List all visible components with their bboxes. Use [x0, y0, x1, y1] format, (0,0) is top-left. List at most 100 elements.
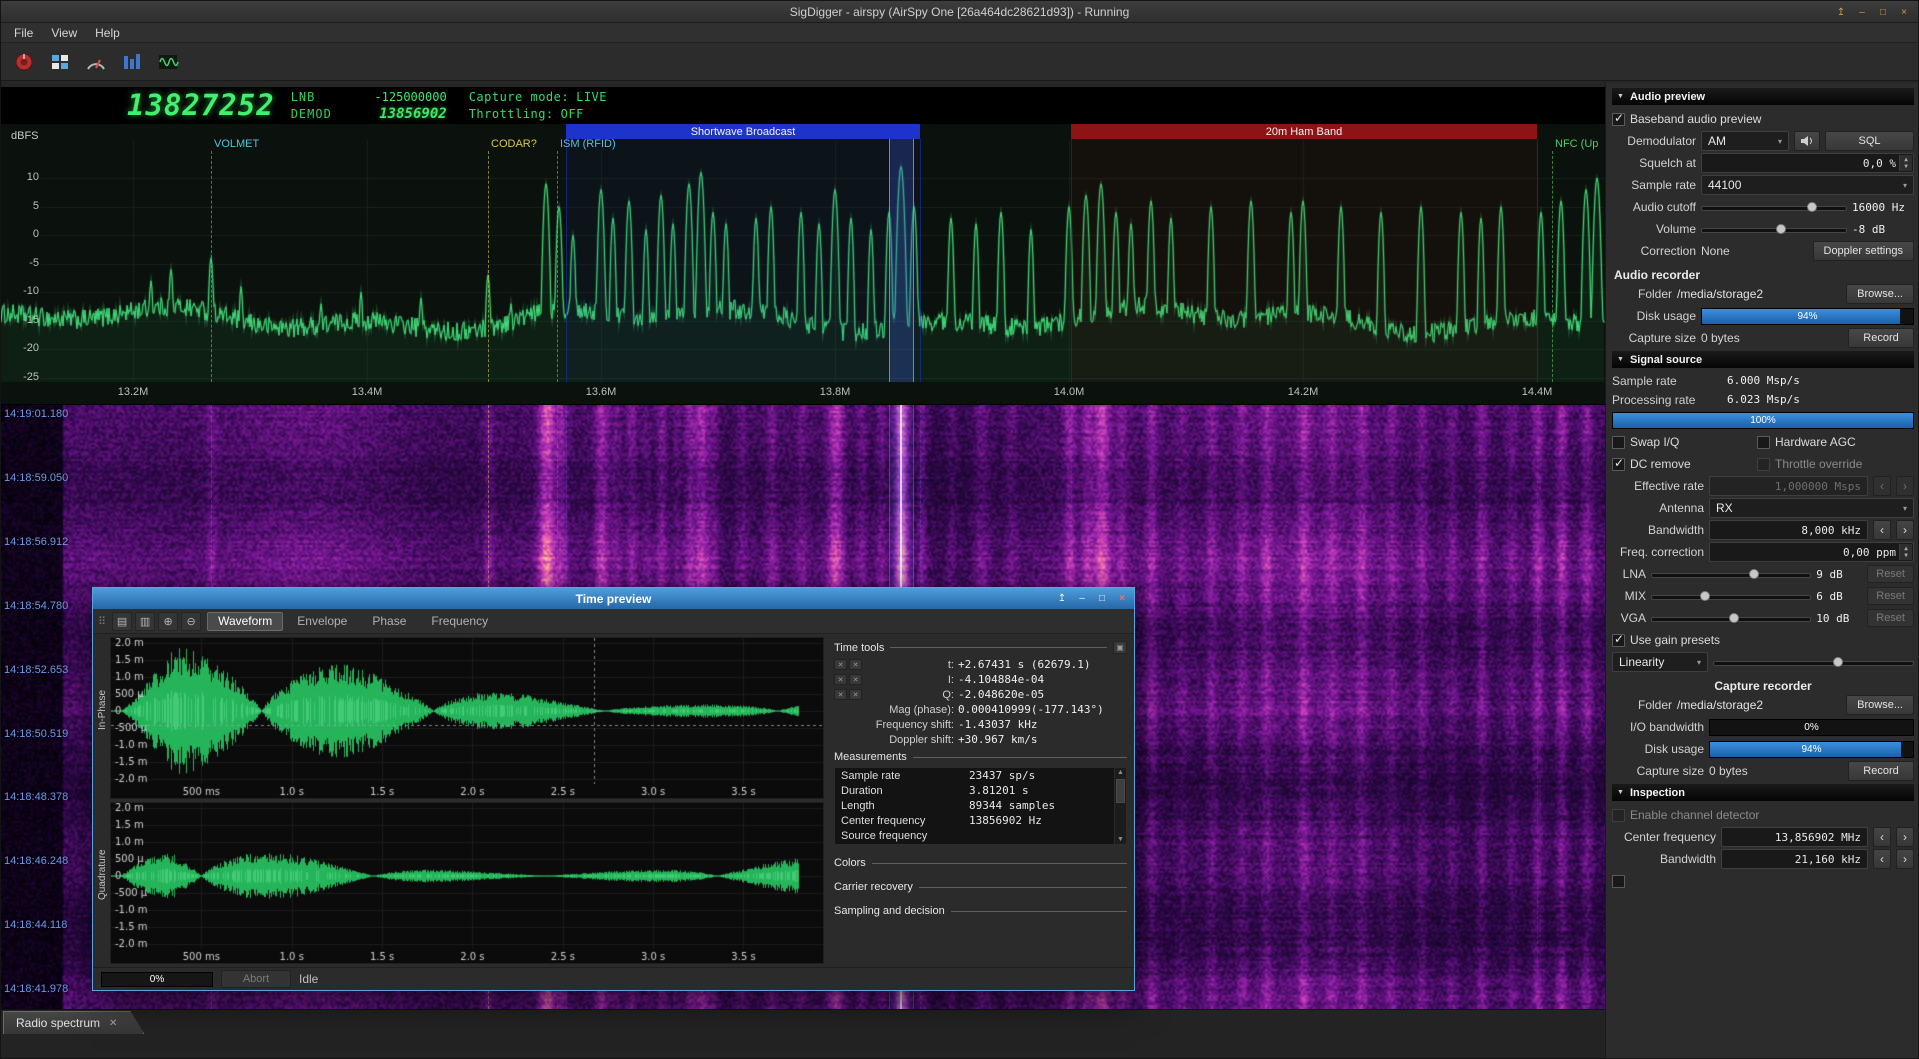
waveform-tool-button[interactable]: [153, 48, 183, 76]
titlebar[interactable]: SigDigger - airspy (AirSpy One [26a464dc…: [1, 1, 1918, 23]
vga-gain-slider[interactable]: [1651, 611, 1811, 625]
section-carrier-recovery[interactable]: Carrier recovery: [834, 881, 1127, 893]
inspection-panel-header[interactable]: ▼ Inspection: [1612, 784, 1914, 801]
in-phase-canvas[interactable]: [110, 637, 824, 799]
toolbar-grip-icon[interactable]: ⠿: [98, 615, 106, 628]
center-frequency-input[interactable]: 13,856902 MHz: [1721, 827, 1868, 847]
quadrature-canvas[interactable]: [110, 802, 824, 964]
mix-gain-slider[interactable]: [1651, 589, 1811, 603]
section-colors[interactable]: Colors: [834, 857, 1127, 869]
audio-record-button[interactable]: Record: [1848, 328, 1914, 348]
spectrum-canvas[interactable]: [1, 124, 1605, 405]
measurements-header[interactable]: Measurements: [834, 751, 1127, 763]
signal-source-panel-header[interactable]: ▼ Signal source: [1612, 351, 1914, 368]
throttle-override-checkbox[interactable]: [1757, 458, 1770, 471]
browse-button[interactable]: Browse...: [1846, 284, 1914, 304]
tile-windows-button[interactable]: [45, 48, 75, 76]
minimize-window-button[interactable]: –: [1854, 4, 1870, 20]
baseband-audio-preview-checkbox[interactable]: [1612, 113, 1625, 126]
menu-help[interactable]: Help: [86, 24, 129, 42]
increment-button[interactable]: ›: [1896, 520, 1914, 540]
menu-file[interactable]: File: [5, 24, 42, 42]
preset-slider[interactable]: [1713, 655, 1914, 669]
shade-window-button[interactable]: ↥: [1833, 4, 1849, 20]
scrollbar-thumb[interactable]: [1116, 779, 1125, 803]
dialog-minimize-button[interactable]: –: [1074, 590, 1090, 606]
dialog-close-button[interactable]: ×: [1114, 590, 1130, 606]
increment-button[interactable]: ›: [1896, 827, 1914, 847]
swap-iq-checkbox[interactable]: [1612, 436, 1625, 449]
capture-record-button[interactable]: Record: [1848, 761, 1914, 781]
copy-button[interactable]: ▤: [112, 612, 132, 631]
reset-cursor-button[interactable]: ✕: [849, 659, 862, 670]
freq-correction-input[interactable]: 0,00 ppm ▲▼: [1709, 542, 1914, 562]
close-window-button[interactable]: ×: [1896, 4, 1912, 20]
sql-button[interactable]: SQL: [1825, 131, 1914, 151]
tab-close-icon[interactable]: ✕: [109, 1018, 117, 1029]
detach-panel-button[interactable]: ▣: [1113, 641, 1127, 654]
dialog-maximize-button[interactable]: □: [1094, 590, 1110, 606]
browse-button[interactable]: Browse...: [1846, 695, 1914, 715]
save-button[interactable]: ▥: [135, 612, 155, 631]
audio-speaker-button[interactable]: [1794, 131, 1820, 151]
audio-cutoff-slider[interactable]: [1701, 200, 1847, 214]
decrement-button[interactable]: ‹: [1873, 827, 1891, 847]
bandwidth-input[interactable]: 8,000 kHz: [1709, 520, 1868, 540]
menu-view[interactable]: View: [42, 24, 86, 42]
slider-handle[interactable]: [1833, 657, 1843, 667]
demod-selection-region[interactable]: [889, 139, 914, 382]
gain-reset-button[interactable]: Reset: [1867, 587, 1914, 605]
volume-slider[interactable]: [1701, 222, 1847, 236]
preset-select[interactable]: Linearity ▾: [1612, 652, 1708, 672]
signal-meter-button[interactable]: [81, 48, 111, 76]
reset-cursor-button[interactable]: ✕: [834, 674, 847, 685]
reset-cursor-button[interactable]: ✕: [834, 659, 847, 670]
tab-radio-spectrum[interactable]: Radio spectrum ✕: [3, 1011, 144, 1034]
abort-button[interactable]: Abort: [221, 970, 291, 988]
zoom-out-button[interactable]: ⊖: [181, 612, 201, 631]
decrement-button[interactable]: ‹: [1873, 476, 1891, 496]
source-settings-button[interactable]: [9, 48, 39, 76]
maximize-window-button[interactable]: □: [1875, 4, 1891, 20]
audio-preview-panel-header[interactable]: ▼ Audio preview: [1612, 88, 1914, 105]
reset-cursor-button[interactable]: ✕: [849, 674, 862, 685]
decrement-button[interactable]: ‹: [1873, 520, 1891, 540]
tab-phase[interactable]: Phase: [361, 612, 417, 631]
slider-handle[interactable]: [1749, 569, 1759, 579]
slider-handle[interactable]: [1807, 202, 1817, 212]
increment-button[interactable]: ›: [1896, 849, 1914, 869]
slider-handle[interactable]: [1776, 224, 1786, 234]
dialog-dock-button[interactable]: ↥: [1054, 590, 1070, 606]
hardware-agc-checkbox[interactable]: [1757, 436, 1770, 449]
spinner-arrows-icon[interactable]: ▲▼: [1899, 155, 1912, 171]
spectrum-view[interactable]: dBFS 1050-5-10-15-20-2513.2M13.4M13.6M13…: [1, 124, 1605, 405]
use-gain-presets-checkbox[interactable]: [1612, 634, 1625, 647]
slider-handle[interactable]: [1729, 613, 1739, 623]
tab-envelope[interactable]: Envelope: [286, 612, 358, 631]
spinner-arrows-icon[interactable]: ▲▼: [1899, 544, 1912, 560]
antenna-select[interactable]: RX ▾: [1709, 498, 1914, 518]
tab-frequency[interactable]: Frequency: [420, 612, 499, 631]
section-sampling-and-decision[interactable]: Sampling and decision: [834, 905, 1127, 917]
increment-button[interactable]: ›: [1896, 476, 1914, 496]
tuned-frequency-display[interactable]: 13827252: [127, 91, 275, 120]
enable-channel-detector-checkbox[interactable]: [1612, 809, 1625, 822]
tab-waveform[interactable]: Waveform: [207, 612, 283, 631]
lna-gain-slider[interactable]: [1651, 567, 1811, 581]
squelch-input[interactable]: 0,0 % ▲▼: [1701, 153, 1914, 173]
dialog-titlebar[interactable]: Time preview ↥ – □ ×: [93, 588, 1134, 609]
demod-frequency-display[interactable]: 13856902: [347, 106, 447, 122]
demodulator-select[interactable]: AM ▾: [1701, 131, 1789, 151]
dc-remove-checkbox[interactable]: [1612, 458, 1625, 471]
reset-cursor-button[interactable]: ✕: [834, 689, 847, 700]
reset-cursor-button[interactable]: ✕: [849, 689, 862, 700]
effective-rate-input[interactable]: 1,000000 Msps: [1709, 476, 1868, 496]
inspection-bandwidth-input[interactable]: 21,160 kHz: [1721, 849, 1868, 869]
gain-reset-button[interactable]: Reset: [1867, 565, 1914, 583]
panoramic-spectrum-button[interactable]: [117, 48, 147, 76]
slider-handle[interactable]: [1700, 591, 1710, 601]
scroll-down-icon[interactable]: ▼: [1117, 836, 1124, 843]
sample-rate-select[interactable]: 44100 ▾: [1701, 175, 1914, 195]
clipped-checkbox[interactable]: [1612, 875, 1625, 888]
frequency-lcd-panel[interactable]: 13827252 LNB -125000000 Capture mode: LI…: [1, 87, 1605, 124]
